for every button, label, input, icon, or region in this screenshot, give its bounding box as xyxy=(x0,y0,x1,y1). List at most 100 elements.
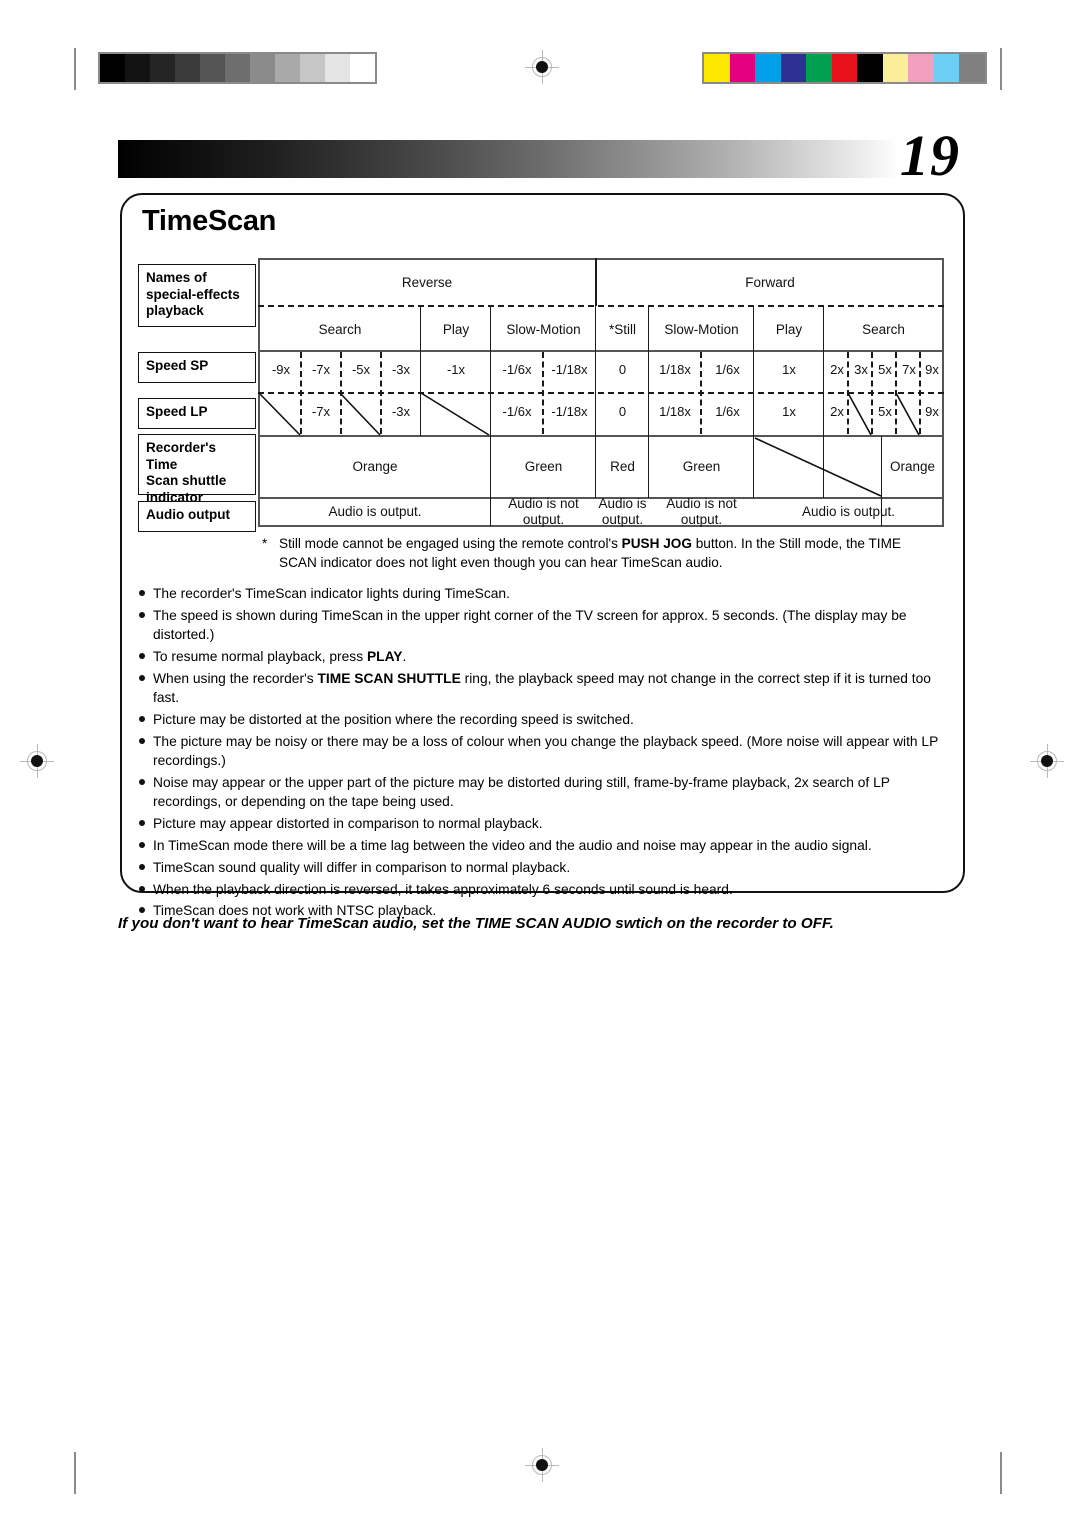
indicator-orange-forward: Orange xyxy=(889,459,936,474)
row-label-indicator: Recorder's Time Scan shuttle indicator xyxy=(138,434,256,505)
bullet-dot-icon xyxy=(139,716,145,722)
gray-swatch xyxy=(200,54,225,82)
direction-divider xyxy=(595,258,597,306)
crop-mark-bottom-right xyxy=(1000,1452,1002,1494)
color-swatch xyxy=(780,54,806,82)
speed-sp-0: -9x xyxy=(271,362,291,377)
bullet-item: To resume normal playback, press PLAY. xyxy=(138,647,948,666)
mode-header-play-forward: Play xyxy=(775,322,803,337)
speed-sp-14: 7x xyxy=(902,362,916,377)
row-label-speed-lp: Speed LP xyxy=(138,398,256,429)
bullet-item: When using the recorder's TIME SCAN SHUT… xyxy=(138,669,948,708)
bullet-item: When the playback direction is reversed,… xyxy=(138,880,948,899)
bullet-dot-icon xyxy=(139,885,145,892)
bullet-text: In TimeScan mode there will be a time la… xyxy=(153,838,872,853)
crop-mark-top-left xyxy=(74,48,76,90)
gradient-strip xyxy=(118,140,898,178)
registration-mark-top xyxy=(525,50,559,84)
bullet-text: The speed is shown during TimeScan in th… xyxy=(153,607,907,643)
speed-sp-13: 5x xyxy=(878,362,892,377)
row-label-audio-output: Audio output xyxy=(138,501,256,532)
speed-sp-3: -3x xyxy=(391,362,411,377)
indicator-strikeout-line xyxy=(754,437,882,497)
bullet-item: Noise may appear or the upper part of th… xyxy=(138,773,948,812)
crop-mark-bottom-left xyxy=(74,1452,76,1494)
speed-sp-10: 1x xyxy=(782,362,796,377)
page-title: TimeScan xyxy=(142,205,277,237)
gray-swatch xyxy=(250,54,275,82)
row-label-speed-sp: Speed SP xyxy=(138,352,256,383)
speed-lp-3: -3x xyxy=(391,404,411,419)
notes-bullet-list: The recorder's TimeScan indicator lights… xyxy=(138,584,948,923)
bullet-text: Noise may appear or the upper part of th… xyxy=(153,775,890,810)
table-footnote: * Still mode cannot be engaged using the… xyxy=(262,534,942,572)
audio-output-4: Audio is not output. xyxy=(666,496,737,527)
bullet-item: Picture may be distorted at the position… xyxy=(138,710,948,729)
speed-sp-2: -5x xyxy=(351,362,371,377)
speed-sp-12: 3x xyxy=(854,362,868,377)
speed-lp-15: 9x xyxy=(925,404,939,419)
bullet-dot-icon xyxy=(139,907,145,914)
grid-rule-modes-bottom xyxy=(258,350,944,352)
color-swatch xyxy=(933,54,959,82)
grid-rule-speeds-bottom xyxy=(258,435,944,437)
mode-header-slowmotion-reverse: Slow-Motion xyxy=(506,322,581,337)
bullet-text: TimeScan sound quality will differ in co… xyxy=(153,859,571,875)
direction-header-dashed-rule xyxy=(258,305,944,307)
color-swatch xyxy=(882,54,908,82)
document-page: 19 TimeScan Names of special-effects playb… xyxy=(0,0,1080,1528)
registration-mark-right xyxy=(1030,744,1064,778)
audio-output-5: Audio is output. xyxy=(801,504,896,519)
indicator-red-still: Red xyxy=(610,459,635,474)
gray-swatch xyxy=(150,54,175,82)
speed-sp-1: -7x xyxy=(311,362,331,377)
lower-divider-1 xyxy=(490,436,492,526)
bullet-text: When using the recorder's TIME SCAN SHUT… xyxy=(153,670,931,706)
speed-lp-7: 0 xyxy=(618,404,627,419)
bullet-dot-icon xyxy=(139,611,145,618)
speed-sp-6: -1/18x xyxy=(551,362,588,377)
speed-lp-1: -7x xyxy=(311,404,331,419)
indicator-orange-reverse: Orange xyxy=(352,459,398,474)
bullet-item: Picture may appear distorted in comparis… xyxy=(138,814,948,833)
bullet-item: TimeScan sound quality will differ in co… xyxy=(138,858,948,877)
row-label-names: Names of special-effects playback xyxy=(138,264,256,327)
speed-sp-4: -1x xyxy=(446,362,466,377)
bullet-dot-icon xyxy=(139,820,145,827)
bullet-dot-icon xyxy=(139,653,145,659)
indicator-green-reverse: Green xyxy=(524,459,563,474)
mode-header-slowmotion-forward: Slow-Motion xyxy=(664,322,739,337)
gray-swatch xyxy=(325,54,350,82)
mode-header-search-forward: Search xyxy=(862,322,905,337)
footnote-marker: * xyxy=(262,536,268,551)
speed-sp-11: 2x xyxy=(830,362,844,377)
speed-lp-13: 5x xyxy=(878,404,892,419)
mode-header-search-reverse: Search xyxy=(318,322,362,337)
bullet-item: In TimeScan mode there will be a time la… xyxy=(138,836,948,855)
gray-swatch xyxy=(350,54,375,82)
color-swatch xyxy=(729,54,755,82)
grayscale-calibration-bar xyxy=(98,52,377,84)
audio-output-1: Audio is output. xyxy=(328,504,422,519)
bullet-dot-icon xyxy=(139,737,145,744)
lower-divider-2 xyxy=(823,436,825,498)
direction-header-forward: Forward xyxy=(745,275,795,290)
gray-swatch xyxy=(125,54,150,82)
color-swatch xyxy=(959,54,985,82)
table-grid: Reverse Forward Search Play Slow-Motion … xyxy=(258,258,944,527)
color-swatch xyxy=(908,54,934,82)
audio-output-2: Audio is not output. xyxy=(508,496,579,527)
speed-sp-5: -1/6x xyxy=(502,362,532,377)
speed-lp-8: 1/18x xyxy=(659,404,691,419)
speed-lp-9: 1/6x xyxy=(715,404,740,419)
audio-output-3: Audio is output. xyxy=(598,496,647,527)
bullet-dot-icon xyxy=(139,779,145,785)
indicator-green-forward: Green xyxy=(682,459,721,474)
bullet-item: The recorder's TimeScan indicator lights… xyxy=(138,584,948,603)
speed-lp-6: -1/18x xyxy=(551,404,588,419)
gray-swatch xyxy=(300,54,325,82)
color-calibration-bar xyxy=(702,52,987,84)
gray-swatch xyxy=(275,54,300,82)
speed-lp-11: 2x xyxy=(830,404,844,419)
bullet-text: The picture may be noisy or there may be… xyxy=(153,733,939,769)
